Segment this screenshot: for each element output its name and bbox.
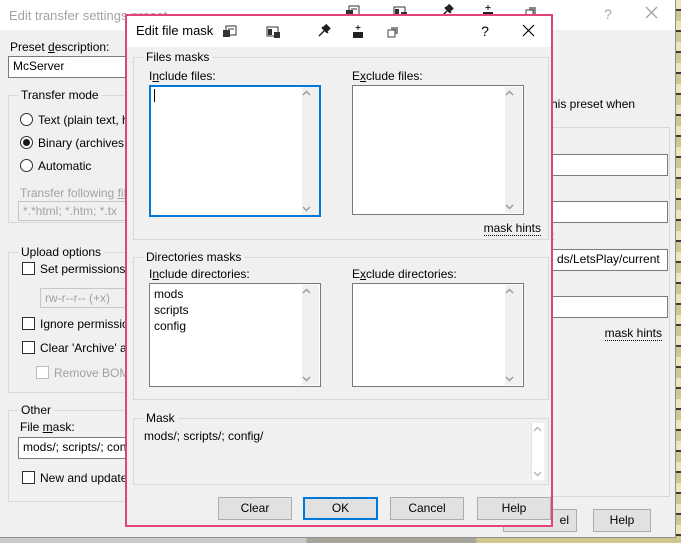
mask-group-label: Mask <box>143 411 178 425</box>
clear-archive-checkbox[interactable] <box>22 341 35 354</box>
radio-text-mode[interactable] <box>20 113 33 126</box>
copy-icon[interactable] <box>385 24 401 40</box>
new-updated-checkbox[interactable] <box>22 471 35 484</box>
set-permissions-checkbox[interactable] <box>22 262 35 275</box>
permissions-field: rw-r--r-- (+x) <box>40 288 134 308</box>
files-masks-group-label: Files masks <box>143 50 212 64</box>
exclude-directories-scrollbar[interactable] <box>505 285 522 385</box>
scroll-up-icon[interactable] <box>302 288 319 294</box>
scroll-up-icon[interactable] <box>505 288 522 294</box>
scroll-down-icon[interactable] <box>533 471 542 477</box>
preset-description-label: Preset description: <box>10 40 109 54</box>
radio-binary-mode[interactable] <box>20 136 33 149</box>
radio-binary-label[interactable]: Binary (archives, <box>38 136 127 150</box>
radio-automatic-label[interactable]: Automatic <box>38 159 91 173</box>
pin-icon[interactable] <box>315 24 331 40</box>
scroll-down-icon[interactable] <box>302 376 319 382</box>
dialog-help-button[interactable]: ? <box>477 22 493 40</box>
mask-scrollbar[interactable] <box>531 423 544 480</box>
exclude-directories-memo[interactable] <box>352 283 524 387</box>
ignore-permissions-label[interactable]: Ignore permission <box>40 317 135 331</box>
transfer-following-label: Transfer following fil <box>20 186 126 200</box>
outer-help-button[interactable]: ? <box>600 5 616 23</box>
mask-preview-text: mods/; scripts/; config/ <box>144 429 524 444</box>
include-directories-memo[interactable]: mods scripts config <box>149 283 321 387</box>
new-updated-label[interactable]: New and updated <box>40 471 134 485</box>
include-directories-scrollbar[interactable] <box>302 285 319 385</box>
set-permissions-label[interactable]: Set permissions: <box>40 262 129 276</box>
import-icon[interactable] <box>350 24 366 40</box>
exclude-files-scrollbar[interactable] <box>505 87 522 213</box>
scroll-up-icon[interactable] <box>505 90 522 96</box>
clear-button[interactable]: Clear <box>218 497 292 520</box>
ok-button[interactable]: OK <box>303 497 378 520</box>
mask-group: Mask mods/; scripts/; config/ <box>133 418 549 485</box>
window-list-icon[interactable] <box>265 24 281 40</box>
include-files-scrollbar[interactable] <box>302 87 319 215</box>
dialog-titlebar: Edit file mask ? <box>127 16 551 47</box>
scroll-down-icon[interactable] <box>505 204 522 210</box>
following-masks-field: *.*html; *.htm; *.tx <box>18 201 138 221</box>
include-files-memo[interactable] <box>149 85 321 217</box>
transfer-mode-group-label: Transfer mode <box>18 88 102 102</box>
ignore-permissions-checkbox[interactable] <box>22 317 35 330</box>
include-files-label: Include files: <box>149 69 216 83</box>
scroll-down-icon[interactable] <box>302 206 319 212</box>
upload-options-group-label: Upload options <box>18 245 104 259</box>
radio-text-label[interactable]: Text (plain text, h <box>38 113 129 127</box>
exclude-directories-label: Exclude directories: <box>352 267 457 281</box>
help-button[interactable]: Help <box>477 497 551 520</box>
file-mask-label: File mask: <box>20 420 75 434</box>
use-preset-when-text: his preset when <box>551 97 635 111</box>
include-directories-label: Include directories: <box>149 267 250 281</box>
clear-archive-label[interactable]: Clear 'Archive' at <box>40 341 130 355</box>
scroll-down-icon[interactable] <box>505 376 522 382</box>
directories-masks-group-label: Directories masks <box>143 250 244 264</box>
exclude-files-memo[interactable] <box>352 85 524 215</box>
outer-close-icon[interactable] <box>644 5 660 23</box>
dialog-close-icon[interactable] <box>521 23 537 41</box>
scroll-up-icon[interactable] <box>302 90 319 96</box>
exclude-files-label: Exclude files: <box>352 69 423 83</box>
files-mask-hints-link[interactable]: mask hints <box>484 222 541 236</box>
outer-help-button-bottom[interactable]: Help <box>593 509 651 532</box>
dock-window-icon[interactable] <box>222 24 238 40</box>
other-group-label: Other <box>18 403 54 417</box>
cancel-button[interactable]: Cancel <box>390 497 464 520</box>
outer-mask-hints-link[interactable]: mask hints <box>605 327 662 341</box>
dialog-title: Edit file mask <box>136 23 213 38</box>
edit-file-mask-dialog: Edit file mask ? Files masks Include fil… <box>125 14 553 527</box>
radio-automatic-mode[interactable] <box>20 159 33 172</box>
remove-bom-checkbox <box>36 366 49 379</box>
scroll-up-icon[interactable] <box>533 426 542 432</box>
